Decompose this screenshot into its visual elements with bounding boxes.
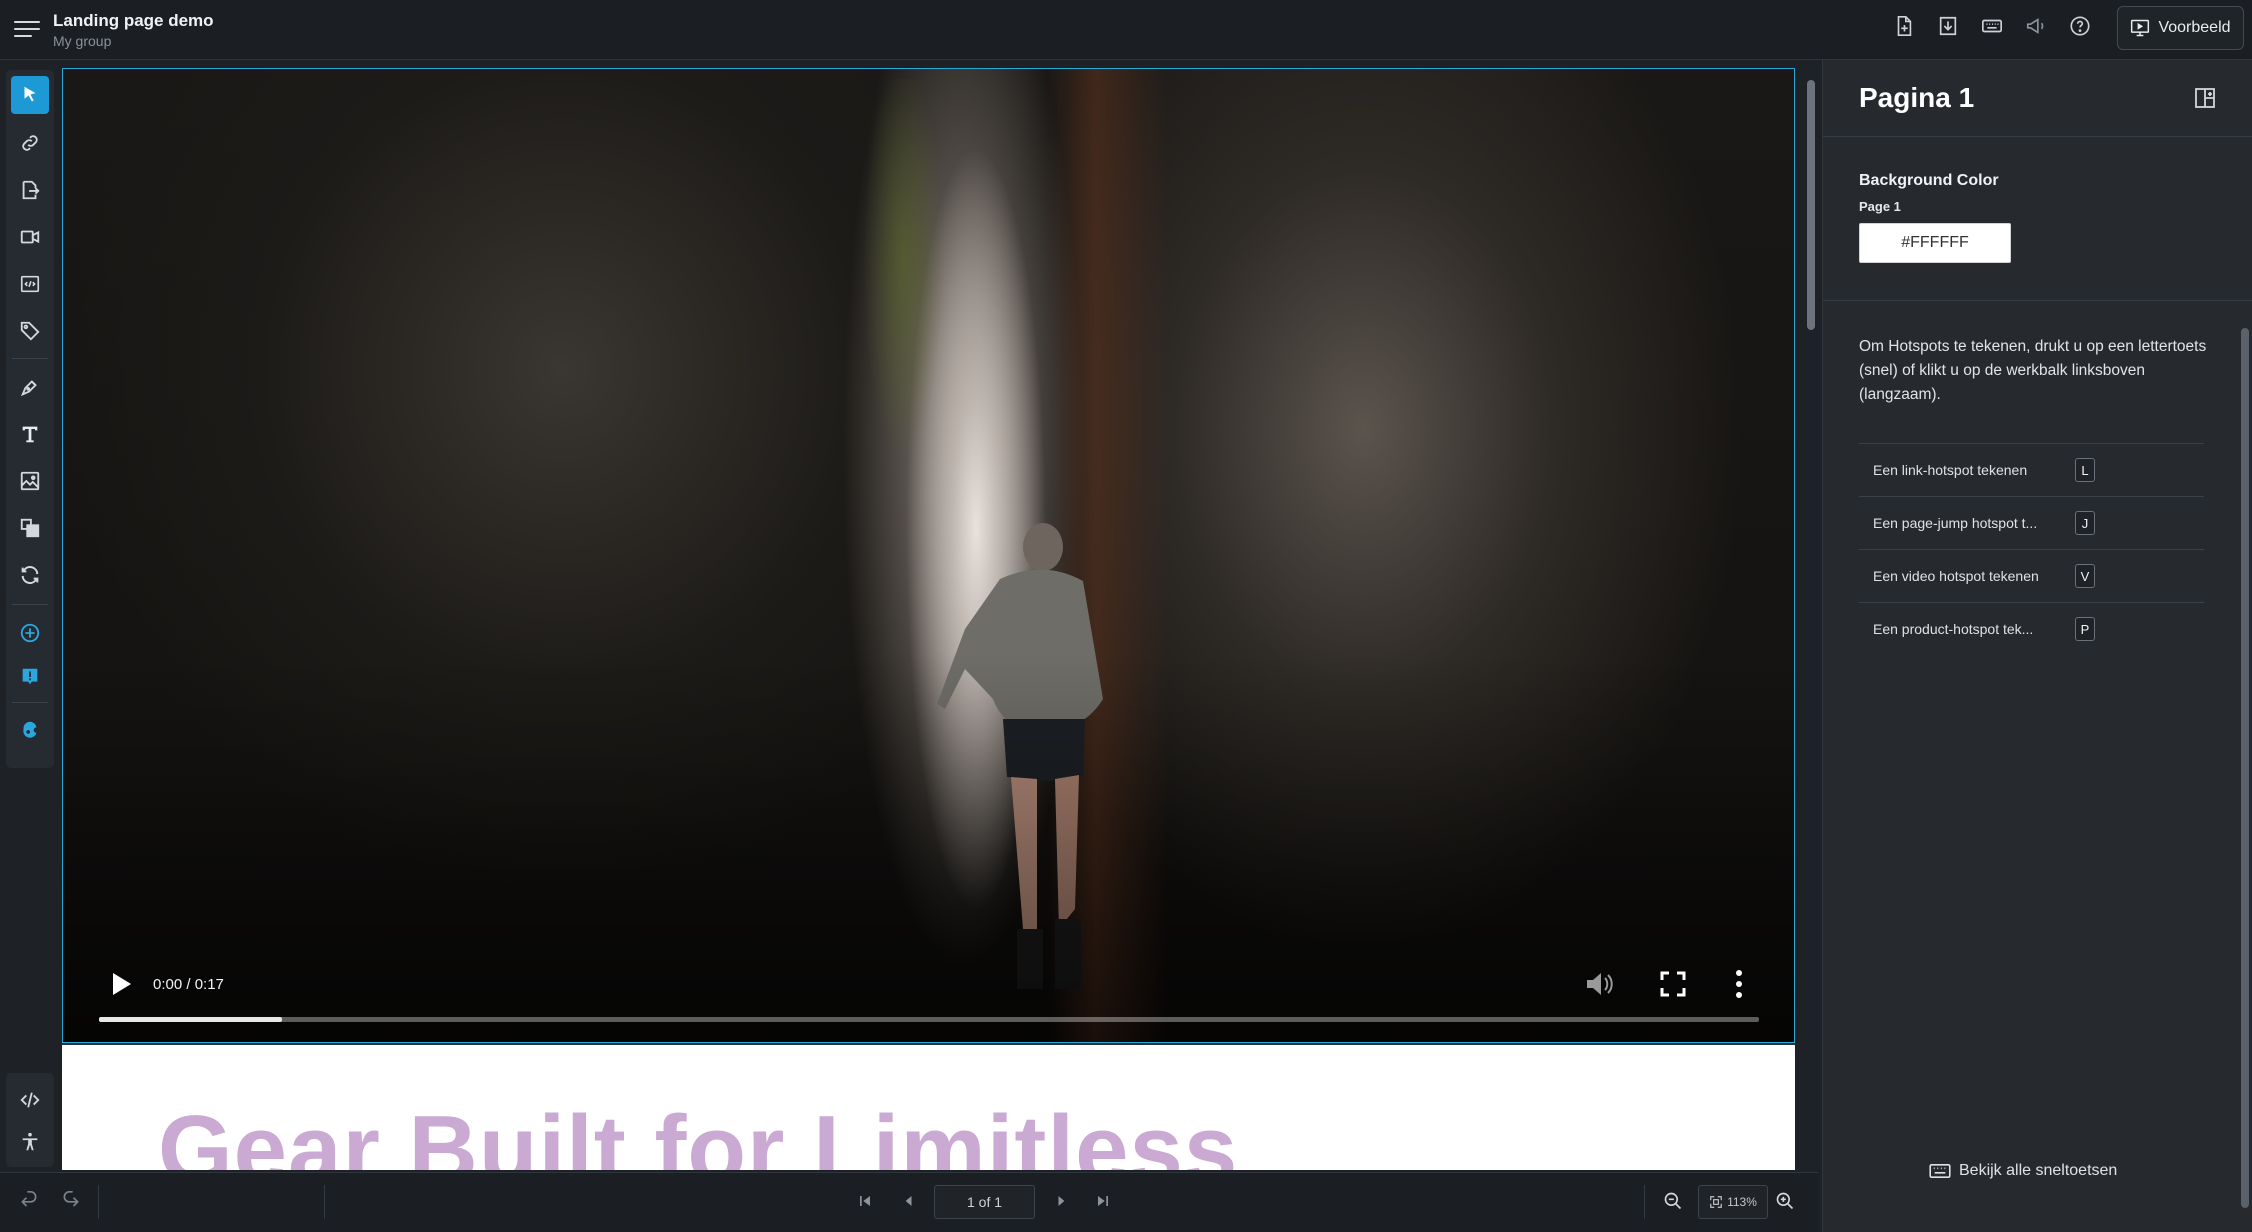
add-widget-button[interactable] <box>11 614 49 652</box>
zoom-value: 113% <box>1727 1195 1757 1209</box>
image-icon <box>20 471 40 491</box>
redo-icon[interactable] <box>58 1188 84 1214</box>
video-hotspot-button[interactable] <box>11 218 49 256</box>
keyboard-icon <box>1929 1163 1951 1179</box>
embed-code-icon <box>20 275 40 293</box>
more-options-icon[interactable] <box>1731 967 1747 1001</box>
text-tool-button[interactable] <box>11 415 49 453</box>
hotspot-help-text: Om Hotspots te tekenen, drukt u op een l… <box>1859 338 2207 403</box>
select-tool-button[interactable] <box>11 76 49 114</box>
download-icon[interactable] <box>1936 14 1960 38</box>
video-element[interactable]: 0:00 / 0:17 <box>62 68 1795 1043</box>
page-jump-icon <box>22 180 40 200</box>
refresh-icon <box>21 566 39 584</box>
add-page-icon[interactable] <box>1892 14 1916 38</box>
accessibility-icon <box>22 1132 38 1151</box>
extension-icon <box>23 721 37 738</box>
page-indicator[interactable]: 1 of 1 <box>934 1185 1035 1219</box>
zoom-out-icon[interactable] <box>1660 1188 1686 1214</box>
video-camera-icon <box>20 230 40 244</box>
shortcut-item[interactable]: Een link-hotspot tekenen L <box>1859 443 2204 496</box>
shortcut-label: Een product-hotspot tek... <box>1873 621 2034 637</box>
embed-button[interactable] <box>11 265 49 303</box>
layers-tool-button[interactable] <box>11 509 49 547</box>
menu-icon[interactable] <box>14 16 40 42</box>
announcement-icon[interactable] <box>2024 14 2048 38</box>
shortcut-key: V <box>2075 564 2095 588</box>
video-progress-fill <box>99 1017 282 1022</box>
chat-alert-icon <box>22 668 38 685</box>
background-color-input[interactable]: #FFFFFF <box>1859 223 2011 263</box>
shortcut-label: Een link-hotspot tekenen <box>1873 462 2028 478</box>
product-tag-button[interactable] <box>11 312 49 350</box>
top-icon-group <box>1892 14 2092 38</box>
extension-button[interactable] <box>11 712 49 750</box>
link-hotspot-button[interactable] <box>11 124 49 162</box>
shortcut-item[interactable]: Een video hotspot tekenen V <box>1859 549 2204 602</box>
page-jump-button[interactable] <box>11 171 49 209</box>
next-page-icon[interactable] <box>1048 1188 1074 1214</box>
volume-icon[interactable] <box>1583 969 1615 999</box>
link-icon <box>22 135 38 151</box>
shortcut-item[interactable]: Een page-jump hotspot t... J <box>1859 496 2204 549</box>
page-content-section: Gear Built for Limitless <box>62 1045 1795 1170</box>
pen-tool-button[interactable] <box>11 368 49 406</box>
page-canvas[interactable]: 0:00 / 0:17 Gear Built for Limitless <box>62 68 1795 1170</box>
preview-label: Voorbeeld <box>2158 19 2231 36</box>
help-icon[interactable] <box>2068 14 2092 38</box>
layers-icon <box>20 518 40 538</box>
undo-icon[interactable] <box>16 1188 42 1214</box>
keyboard-icon[interactable] <box>1980 14 2004 38</box>
video-controls: 0:00 / 0:17 <box>63 949 1794 1042</box>
background-color-label: Background Color <box>1859 172 1999 189</box>
previous-page-icon[interactable] <box>896 1188 922 1214</box>
background-page-label: Page 1 <box>1859 199 1901 214</box>
fit-screen-icon <box>1710 1196 1722 1208</box>
code-tool-button[interactable] <box>11 1081 49 1119</box>
play-icon[interactable] <box>107 969 135 999</box>
fullscreen-icon[interactable] <box>1658 969 1688 999</box>
panel-scrollbar[interactable] <box>2239 310 2251 1230</box>
bottom-tool-sidebar <box>6 1073 54 1167</box>
image-tool-button[interactable] <box>11 462 49 500</box>
shortcut-key: J <box>2075 511 2095 535</box>
layout-icon[interactable] <box>2193 86 2217 110</box>
plus-circle-icon <box>20 623 40 643</box>
document-group: My group <box>53 33 112 49</box>
shortcut-label: Een video hotspot tekenen <box>1873 568 2039 584</box>
preview-button[interactable]: Voorbeeld <box>2117 6 2244 50</box>
code-icon <box>20 1092 40 1108</box>
shortcut-label: Een page-jump hotspot t... <box>1873 515 2038 531</box>
canvas-scrollbar[interactable] <box>1805 66 1817 1168</box>
pen-icon <box>20 380 37 397</box>
monitor-play-icon <box>2131 19 2150 37</box>
shortcut-key: L <box>2075 458 2095 482</box>
swap-tool-button[interactable] <box>11 556 49 594</box>
top-bar: Landing page demo My group Voorbeeld <box>0 0 2252 60</box>
first-page-icon[interactable] <box>852 1188 878 1214</box>
text-icon <box>22 426 38 443</box>
shortcut-key: P <box>2075 617 2095 641</box>
shortcut-list: Een link-hotspot tekenen L Een page-jump… <box>1859 443 2204 655</box>
zoom-level[interactable]: 113% <box>1698 1185 1768 1219</box>
last-page-icon[interactable] <box>1090 1188 1116 1214</box>
chat-widget-button[interactable] <box>11 658 49 696</box>
zoom-in-icon[interactable] <box>1772 1188 1798 1214</box>
shortcut-item[interactable]: Een product-hotspot tek... P <box>1859 602 2204 655</box>
view-all-shortcuts-link[interactable]: Bekijk alle sneltoetsen <box>1929 1162 2117 1180</box>
document-title: Landing page demo <box>53 11 214 30</box>
view-all-shortcuts-label: Bekijk alle sneltoetsen <box>1959 1162 2118 1179</box>
properties-panel: Pagina 1 Background Color Page 1 #FFFFFF… <box>1822 60 2252 1232</box>
panel-title: Pagina 1 <box>1859 82 1975 113</box>
bottom-bar: 1 of 1 113% <box>0 1172 1818 1232</box>
tool-sidebar <box>6 70 54 768</box>
pointer-icon <box>24 86 36 102</box>
video-progress-bar[interactable] <box>99 1017 1759 1022</box>
hero-headline[interactable]: Gear Built for Limitless <box>158 1095 1238 1170</box>
video-time: 0:00 / 0:17 <box>153 976 224 993</box>
accessibility-button[interactable] <box>11 1123 49 1161</box>
tag-icon <box>20 321 40 341</box>
